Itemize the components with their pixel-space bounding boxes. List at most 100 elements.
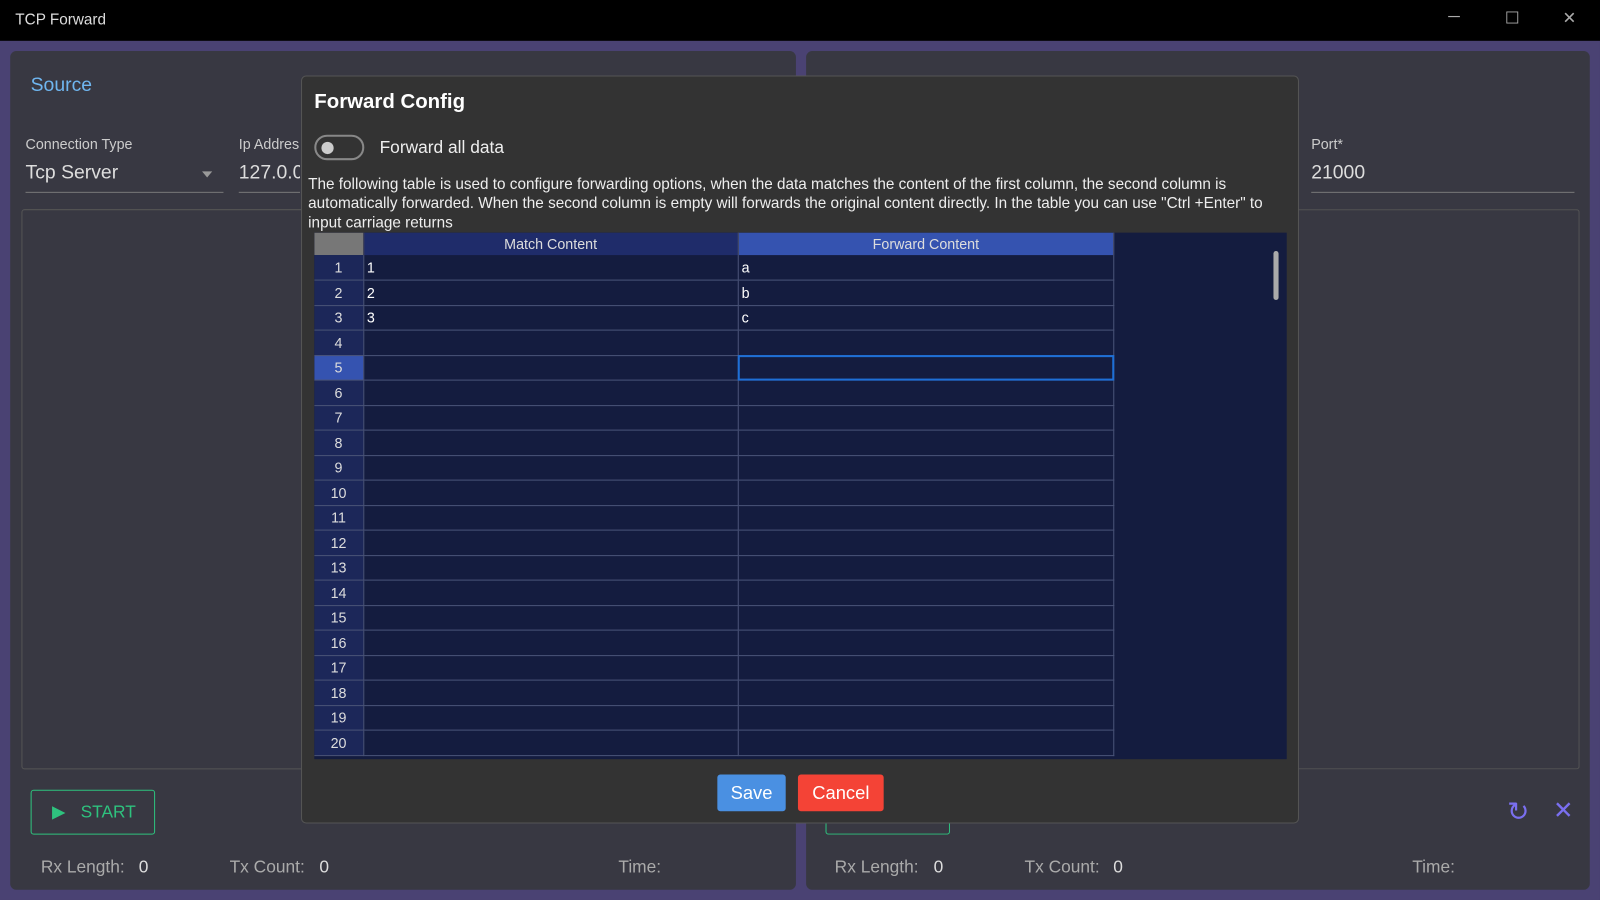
maximize-button[interactable]: ☐	[1497, 8, 1528, 28]
match-content-cell[interactable]	[363, 380, 739, 406]
row-number[interactable]: 16	[314, 630, 364, 656]
row-number[interactable]: 2	[314, 280, 364, 306]
row-number[interactable]: 12	[314, 530, 364, 556]
match-content-cell[interactable]	[363, 330, 739, 356]
match-content-cell[interactable]	[363, 430, 739, 456]
port-input[interactable]: 21000	[1311, 162, 1365, 184]
match-content-cell[interactable]: 1	[363, 255, 739, 281]
match-content-cell[interactable]	[363, 455, 739, 481]
tx-value: 0	[1113, 857, 1123, 877]
forward-content-cell[interactable]	[738, 530, 1115, 556]
match-content-cell[interactable]	[363, 555, 739, 581]
table-row: 16	[314, 630, 1115, 656]
row-number[interactable]: 18	[314, 680, 364, 706]
window-title: TCP Forward	[15, 11, 107, 29]
refresh-icon[interactable]: ↻	[1507, 796, 1529, 828]
row-number[interactable]: 10	[314, 480, 364, 506]
time-label: Time:	[618, 857, 662, 877]
source-title: Source	[30, 74, 93, 96]
dialog-description: The following table is used to configure…	[308, 175, 1263, 232]
connection-type-select[interactable]: Tcp Server	[26, 162, 119, 184]
row-number[interactable]: 11	[314, 505, 364, 531]
row-number[interactable]: 8	[314, 430, 364, 456]
row-number[interactable]: 4	[314, 330, 364, 356]
source-log[interactable]	[21, 209, 308, 770]
forward-content-cell[interactable]	[738, 380, 1115, 406]
select-all-corner[interactable]	[314, 232, 364, 256]
row-number[interactable]: 5	[314, 355, 364, 381]
match-content-cell[interactable]	[363, 480, 739, 506]
start-button[interactable]: ▶ START	[30, 789, 156, 835]
row-number[interactable]: 3	[314, 305, 364, 331]
row-number[interactable]: 13	[314, 555, 364, 581]
row-number[interactable]: 1	[314, 255, 364, 281]
forward-content-cell[interactable]	[738, 630, 1115, 656]
row-number[interactable]: 7	[314, 405, 364, 431]
match-content-cell[interactable]	[363, 405, 739, 431]
forward-content-cell[interactable]	[738, 730, 1115, 756]
divider	[25, 191, 224, 193]
forward-content-cell[interactable]	[738, 555, 1115, 581]
match-content-cell[interactable]	[363, 680, 739, 706]
forward-content-cell[interactable]	[738, 330, 1115, 356]
divider	[1311, 191, 1575, 193]
match-content-cell[interactable]	[363, 630, 739, 656]
row-number[interactable]: 20	[314, 730, 364, 756]
forward-content-cell[interactable]	[738, 605, 1115, 631]
forward-content-cell[interactable]	[738, 705, 1115, 731]
close-button[interactable]: ✕	[1554, 8, 1585, 28]
forward-table[interactable]: Match Content Forward Content 11a22b33c4…	[314, 232, 1287, 760]
column-header-match[interactable]: Match Content	[363, 232, 739, 256]
forward-content-cell[interactable]	[738, 655, 1115, 681]
rx-value: 0	[933, 857, 944, 877]
match-content-cell[interactable]	[363, 530, 739, 556]
target-log[interactable]	[1295, 209, 1580, 770]
match-content-cell[interactable]	[363, 505, 739, 531]
clear-icon[interactable]: ✕	[1553, 796, 1574, 826]
table-row: 6	[314, 380, 1115, 406]
match-content-cell[interactable]	[363, 580, 739, 606]
forward-content-cell[interactable]: a	[738, 255, 1115, 281]
minimize-button[interactable]: ─	[1439, 8, 1470, 26]
match-content-cell[interactable]	[363, 605, 739, 631]
forward-content-cell[interactable]: b	[738, 280, 1115, 306]
table-row: 15	[314, 605, 1115, 631]
row-number[interactable]: 14	[314, 580, 364, 606]
row-number[interactable]: 17	[314, 655, 364, 681]
forward-all-label: Forward all data	[379, 137, 504, 158]
match-content-cell[interactable]: 2	[363, 280, 739, 306]
forward-content-cell[interactable]	[738, 405, 1115, 431]
forward-content-cell[interactable]	[738, 505, 1115, 531]
match-content-cell[interactable]	[363, 705, 739, 731]
forward-content-cell[interactable]	[738, 580, 1115, 606]
time-label: Time:	[1412, 857, 1455, 877]
forward-content-cell[interactable]	[738, 355, 1115, 381]
row-number[interactable]: 6	[314, 380, 364, 406]
table-row: 13	[314, 555, 1115, 581]
match-content-cell[interactable]	[363, 655, 739, 681]
cancel-button[interactable]: Cancel	[797, 774, 884, 812]
save-button[interactable]: Save	[717, 774, 786, 812]
vertical-scrollbar[interactable]	[1273, 251, 1279, 300]
forward-content-cell[interactable]: c	[738, 305, 1115, 331]
row-number[interactable]: 9	[314, 455, 364, 481]
match-content-cell[interactable]	[363, 730, 739, 756]
forward-config-dialog: Forward Config Forward all data The foll…	[301, 75, 1299, 824]
row-number[interactable]: 15	[314, 605, 364, 631]
table-row: 9	[314, 455, 1115, 481]
connection-type-label: Connection Type	[25, 135, 133, 153]
forward-content-cell[interactable]	[738, 480, 1115, 506]
forward-content-cell[interactable]	[738, 455, 1115, 481]
forward-content-cell[interactable]	[738, 680, 1115, 706]
play-icon: ▶	[52, 802, 66, 822]
rx-label: Rx Length:	[834, 857, 919, 877]
match-content-cell[interactable]	[363, 355, 739, 381]
forward-content-cell[interactable]	[738, 430, 1115, 456]
row-number[interactable]: 19	[314, 705, 364, 731]
title-bar: TCP Forward ─ ☐ ✕	[0, 0, 1600, 41]
column-header-forward[interactable]: Forward Content	[738, 232, 1115, 256]
match-content-cell[interactable]: 3	[363, 305, 739, 331]
ip-address-input[interactable]: 127.0.0.1	[239, 162, 300, 184]
table-row: 5	[314, 355, 1115, 381]
forward-all-toggle[interactable]	[314, 134, 365, 161]
